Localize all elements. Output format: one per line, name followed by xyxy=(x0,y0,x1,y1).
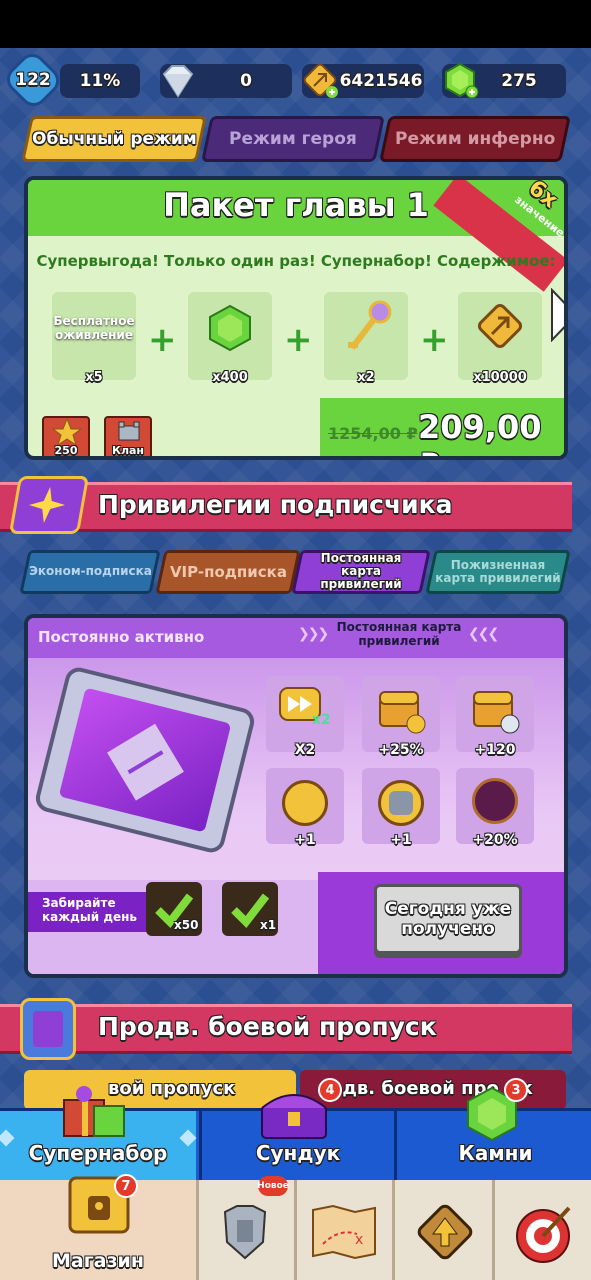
level-percent: 11% xyxy=(60,64,140,98)
pack-item-qty: x2 xyxy=(357,370,375,385)
daily-reward-qty: x1 xyxy=(260,918,277,932)
nav-label: Супернабор xyxy=(28,1141,168,1165)
card-title: Постоянная карта привилегий xyxy=(336,620,462,649)
perk-label: +1 xyxy=(390,832,412,848)
plus-icon: + xyxy=(284,320,313,360)
emblem-up-icon xyxy=(472,778,518,824)
nav-map[interactable]: x xyxy=(294,1180,392,1280)
nav-label: Магазин xyxy=(52,1250,144,1272)
chevrons-left-icon: ❯❯❯ xyxy=(298,626,329,642)
clan-badge: Клан xyxy=(104,416,152,457)
chest-badge: 4 xyxy=(318,1078,342,1102)
tab-hero-mode[interactable]: Режим героя xyxy=(201,116,385,162)
key-icon xyxy=(348,300,392,350)
perk-chest-timer xyxy=(456,676,534,752)
star-badge: 250 xyxy=(42,416,90,457)
daily-label: Забирайте каждый день xyxy=(28,892,148,932)
battlepass-icon xyxy=(20,998,76,1060)
pack-item-key xyxy=(324,292,408,380)
pack-item-qty: x10000 xyxy=(473,370,527,385)
price: 209,00 ₽ xyxy=(418,408,542,456)
tab-permanent-card[interactable]: Постоянная карта привилегий xyxy=(291,550,431,594)
ticket-icon xyxy=(8,476,90,534)
pack-item-qty: x5 xyxy=(85,370,103,385)
star-count: 250 xyxy=(54,444,78,457)
perk-label: X2 xyxy=(294,742,316,758)
gem-count: 275 xyxy=(501,71,537,91)
tab-normal-mode[interactable]: Обычный режим xyxy=(21,116,207,162)
old-price: 1254,00 ₽ xyxy=(328,424,418,443)
new-badge: Новое xyxy=(257,1176,289,1196)
chapter-pack-card[interactable]: Пакет главы 1 6x значение Супервыгода! Т… xyxy=(24,176,568,460)
svg-text:x: x xyxy=(355,1232,363,1248)
daily-reward-qty: x50 xyxy=(174,918,199,932)
gift-icon xyxy=(58,1078,128,1140)
perk-label: +20% xyxy=(472,832,518,848)
battlepass-title: Продв. боевой пропуск xyxy=(98,1012,437,1041)
coin-count: 6421546 xyxy=(339,71,423,91)
claimed-button[interactable]: Сегодня уже получено xyxy=(374,884,522,954)
nav-label: Сундук xyxy=(255,1141,341,1165)
tab-lifetime-card[interactable]: Пожизненная карта привилегий xyxy=(425,550,571,594)
permanent-card-panel: Постоянно активно ❯❯❯ ❮❮❮ Постоянная кар… xyxy=(24,614,568,978)
clan-label: Клан xyxy=(111,444,145,457)
privileges-title: Привилегии подписчика xyxy=(98,490,453,519)
status-bar xyxy=(0,0,591,48)
privilege-card-icon xyxy=(32,664,258,856)
pack-item-gems xyxy=(188,292,272,380)
perk-fast-forward: x2 xyxy=(266,676,344,752)
chevrons-right-icon: ❮❮❮ xyxy=(468,626,499,642)
pack-item-coins xyxy=(458,292,542,380)
revive-label: Бесплатное оживление xyxy=(53,314,135,342)
always-active-label: Постоянно активно xyxy=(38,628,205,646)
pack-item-revive: Бесплатное оживление xyxy=(52,292,136,380)
upgrade-icon xyxy=(417,1204,473,1260)
armor-icon xyxy=(378,780,424,826)
plus-icon: + xyxy=(420,320,449,360)
gems-badge: 3 xyxy=(504,1078,528,1102)
plus-icon: + xyxy=(148,320,177,360)
nav-label: Камни xyxy=(458,1141,533,1165)
tab-inferno-mode[interactable]: Режим инферно xyxy=(379,116,571,162)
level-number: 122 xyxy=(15,70,51,90)
target-icon xyxy=(516,1206,571,1263)
nav-upgrade[interactable] xyxy=(392,1180,492,1280)
sword-icon xyxy=(282,780,328,826)
next-arrow-icon[interactable] xyxy=(550,287,564,343)
castle-icon xyxy=(118,421,140,441)
coin-icon xyxy=(477,303,523,349)
chest-timer-icon xyxy=(473,691,520,734)
shop-badge: 7 xyxy=(114,1174,138,1198)
svg-text:x2: x2 xyxy=(312,712,331,726)
nav-target[interactable] xyxy=(492,1180,591,1280)
perk-label: +1 xyxy=(294,832,316,848)
pack-subtitle: Супервыгода! Только один раз! Супернабор… xyxy=(36,252,556,270)
perk-label: +25% xyxy=(378,742,424,758)
fast-forward-icon: x2 xyxy=(279,687,331,726)
star-icon xyxy=(52,418,82,446)
gem-icon xyxy=(209,304,251,352)
tab-economy-sub[interactable]: Эконом-подписка xyxy=(19,550,161,594)
armor-icon xyxy=(223,1205,267,1260)
tab-vip-sub[interactable]: VIP-подписка xyxy=(155,550,301,594)
chest-sword-icon xyxy=(379,691,426,734)
coin-icon xyxy=(300,60,340,100)
pack-item-qty: x400 xyxy=(212,370,248,385)
map-icon: x xyxy=(312,1204,376,1260)
diamond-count: 0 xyxy=(240,71,252,91)
diamond-icon xyxy=(158,62,196,100)
perk-label: +120 xyxy=(474,742,516,758)
perk-chest-sword xyxy=(362,676,440,752)
gem-icon xyxy=(440,60,480,100)
